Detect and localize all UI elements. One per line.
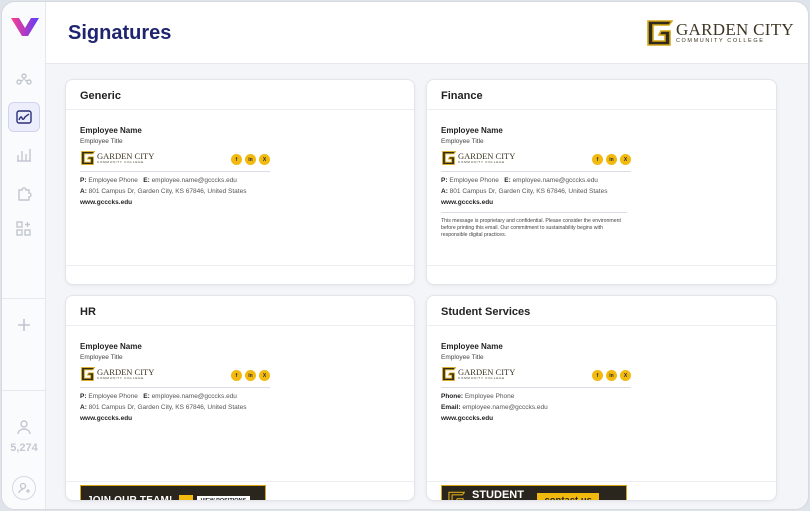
contact-info: P: Employee Phone E: employee.name@gccck… (441, 177, 608, 195)
logo-name: GARDEN CITY (458, 366, 516, 377)
signature-preview: Employee Name Employee Title GARDEN CITY… (80, 126, 270, 206)
logo-name: GARDEN CITY (97, 150, 155, 161)
signature-icon[interactable] (8, 102, 40, 132)
brand-name: GARDEN CITY (675, 20, 794, 40)
college-logo: GARDEN CITY COMMUNITY COLLEGE (441, 151, 515, 165)
card-footer-divider (427, 481, 776, 482)
card-footer-divider (66, 481, 414, 482)
join-team-banner[interactable]: JOIN OUR TEAM! → VIEW POSITIONS (80, 485, 266, 501)
card-title: HR (66, 296, 414, 326)
card-footer-divider (427, 265, 776, 266)
employee-title: Employee Title (441, 138, 484, 145)
banner-text: STUDENTSERVICES (472, 489, 524, 501)
signature-card[interactable]: HR Employee Name Employee Title GARDEN C… (65, 295, 415, 501)
logo-subtitle: COMMUNITY COLLEGE (97, 376, 145, 381)
employee-name: Employee Name (441, 126, 503, 135)
social-links: f in X (592, 154, 631, 165)
header: Signatures GARDEN CITY COMMUNITY COLLEGE (46, 2, 808, 64)
gc-emblem-icon (81, 367, 95, 381)
sidebar: 5,274 (2, 2, 46, 509)
employee-name: Employee Name (441, 342, 503, 351)
plus-icon[interactable] (12, 313, 36, 337)
signature-card[interactable]: Student Services Employee Name Employee … (426, 295, 777, 501)
user-count: 5,274 (10, 442, 38, 454)
gc-emblem-icon (447, 490, 466, 500)
signature-preview: Employee Name Employee Title GARDEN CITY… (441, 126, 631, 240)
banner-text: JOIN OUR TEAM! (87, 495, 173, 501)
linkedin-icon[interactable]: in (245, 370, 256, 381)
divider (441, 171, 631, 172)
x-icon[interactable]: X (620, 154, 631, 165)
college-logo: GARDEN CITY COMMUNITY COLLEGE (80, 367, 154, 381)
card-title: Student Services (427, 296, 776, 326)
card-title: Generic (66, 80, 414, 110)
chart-icon[interactable] (12, 143, 36, 167)
college-logo: GARDEN CITY COMMUNITY COLLEGE (80, 151, 154, 165)
college-logo: GARDEN CITY COMMUNITY COLLEGE (645, 20, 794, 46)
gc-emblem-icon (448, 491, 466, 500)
user-icon (12, 415, 36, 439)
gc-emblem-icon (647, 20, 673, 46)
x-icon[interactable]: X (259, 154, 270, 165)
logo-name: GARDEN CITY (97, 366, 155, 377)
app-window: 5,274 Signatures GARDEN CITY COMMUNITY C… (1, 1, 809, 510)
arrow-right-icon: → (178, 494, 193, 500)
brand-subtitle: COMMUNITY COLLEGE (675, 38, 765, 45)
facebook-icon[interactable]: f (592, 370, 603, 381)
website-link[interactable]: www.gcccks.edu (441, 415, 631, 422)
apps-icon[interactable] (12, 217, 36, 241)
website-link[interactable]: www.gcccks.edu (441, 199, 631, 206)
facebook-icon[interactable]: f (231, 154, 242, 165)
view-positions-button[interactable]: VIEW POSITIONS (196, 495, 251, 500)
linkedin-icon[interactable]: in (606, 154, 617, 165)
employee-name: Employee Name (80, 126, 142, 135)
x-icon[interactable]: X (620, 370, 631, 381)
employee-name: Employee Name (80, 342, 142, 351)
social-links: f in X (592, 370, 631, 381)
x-icon[interactable]: X (259, 370, 270, 381)
student-services-banner[interactable]: STUDENTSERVICES contact us (441, 485, 627, 501)
website-link[interactable]: www.gcccks.edu (80, 199, 270, 206)
puzzle-icon[interactable] (12, 181, 36, 205)
logo-subtitle: COMMUNITY COLLEGE (97, 160, 145, 165)
gc-emblem-icon (442, 367, 456, 381)
signature-card[interactable]: Finance Employee Name Employee Title GAR… (426, 79, 777, 285)
card-footer-divider (66, 265, 414, 266)
contact-info: P: Employee Phone E: employee.name@gccck… (80, 393, 247, 411)
contact-info: P: Employee Phone E: employee.name@gccck… (80, 177, 247, 195)
divider (80, 171, 270, 172)
signature-preview: Employee Name Employee Title GARDEN CITY… (80, 342, 270, 500)
sidebar-divider (2, 298, 46, 299)
employee-title: Employee Title (80, 138, 123, 145)
employee-title: Employee Title (441, 354, 484, 361)
logo-subtitle: COMMUNITY COLLEGE (458, 160, 506, 165)
linkedin-icon[interactable]: in (606, 370, 617, 381)
signature-preview: Employee Name Employee Title GARDEN CITY… (441, 342, 631, 500)
add-user-icon[interactable] (12, 476, 36, 500)
logo-name: GARDEN CITY (458, 150, 516, 161)
contact-us-button[interactable]: contact us (537, 493, 599, 500)
logo-subtitle: COMMUNITY COLLEGE (458, 376, 506, 381)
website-link[interactable]: www.gcccks.edu (80, 415, 270, 422)
social-links: f in X (231, 370, 270, 381)
network-icon[interactable] (12, 68, 36, 92)
linkedin-icon[interactable]: in (245, 154, 256, 165)
social-links: f in X (231, 154, 270, 165)
employee-title: Employee Title (80, 354, 123, 361)
gc-emblem-icon (442, 151, 456, 165)
divider (441, 387, 631, 388)
sidebar-divider (2, 390, 46, 391)
contact-info: Phone: Employee Phone Email: employee.na… (441, 393, 548, 411)
college-logo: GARDEN CITY COMMUNITY COLLEGE (441, 367, 515, 381)
app-logo[interactable] (11, 16, 39, 38)
facebook-icon[interactable]: f (231, 370, 242, 381)
facebook-icon[interactable]: f (592, 154, 603, 165)
disclaimer-text: This message is proprietary and confiden… (441, 212, 627, 240)
card-title: Finance (427, 80, 776, 110)
divider (80, 387, 270, 388)
page-title: Signatures (68, 22, 172, 44)
signature-card[interactable]: Generic Employee Name Employee Title GAR… (65, 79, 415, 285)
gc-emblem-icon (81, 151, 95, 165)
